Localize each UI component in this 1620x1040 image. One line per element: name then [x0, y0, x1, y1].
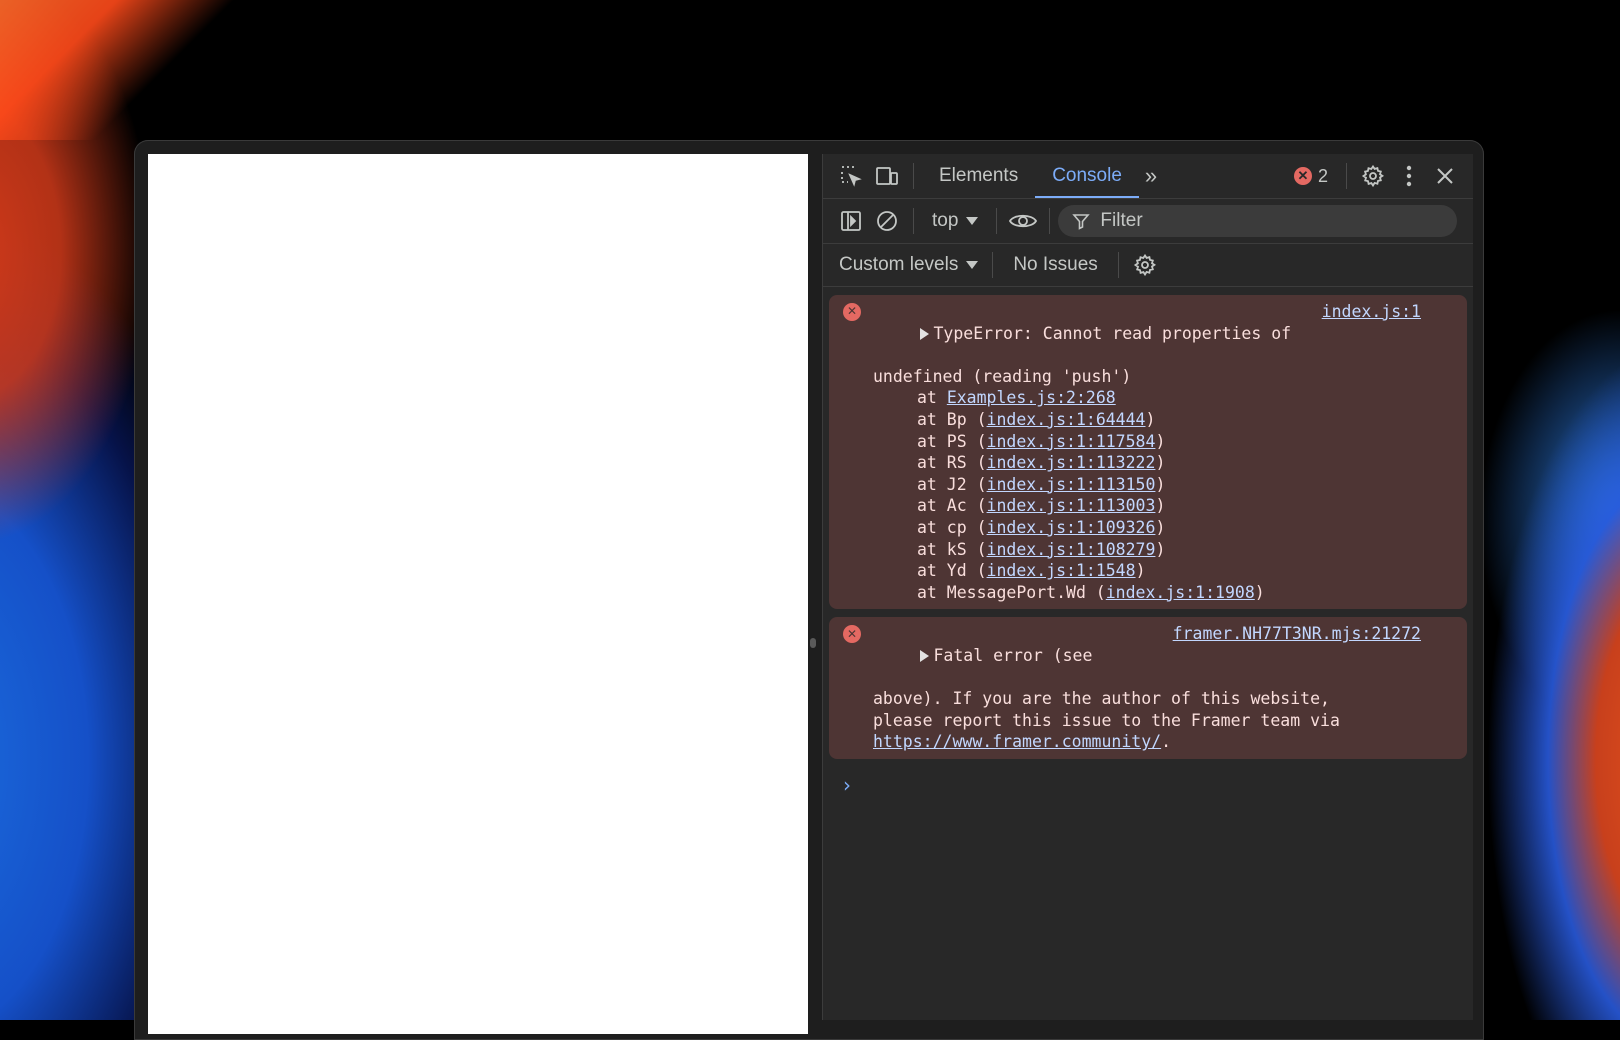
close-icon[interactable]	[1427, 160, 1463, 192]
stack-frame-link[interactable]: index.js:1:64444	[987, 410, 1146, 429]
expand-triangle-icon[interactable]	[920, 649, 930, 662]
console-output: ✕ index.js:1 TypeError: Cannot read prop…	[823, 287, 1473, 803]
kebab-menu-icon[interactable]	[1391, 160, 1427, 192]
toolbar-separator	[913, 208, 914, 234]
toolbar-separator	[996, 208, 998, 234]
stack-frame: at Bp (index.js:1:64444)	[917, 409, 1156, 429]
clear-console-icon[interactable]	[869, 205, 905, 237]
stack-frame-link[interactable]: Examples.js:2:268	[947, 388, 1116, 407]
stack-frame-link[interactable]: index.js:1:109326	[987, 518, 1156, 537]
error-text: TypeError: Cannot read properties of	[933, 323, 1292, 343]
chevron-down-icon	[966, 261, 979, 269]
stack-frame-link[interactable]: index.js:1:117584	[987, 432, 1156, 451]
console-error-message[interactable]: ✕ framer.NH77T3NR.mjs:21272 Fatal error …	[829, 617, 1467, 759]
prompt-chevron-icon: ›	[843, 772, 851, 797]
console-toolbar: top Filter	[823, 199, 1473, 244]
source-link[interactable]: index.js:1	[1322, 301, 1421, 323]
error-count: 2	[1317, 165, 1328, 186]
filter-placeholder: Filter	[1100, 210, 1143, 231]
inspect-element-icon[interactable]	[833, 160, 869, 192]
chevron-down-icon	[966, 217, 979, 225]
sidebar-toggle-icon[interactable]	[833, 205, 869, 237]
stack-frame: at Ac (index.js:1:113003)	[917, 496, 1166, 516]
stack-frame: at Examples.js:2:268	[917, 388, 1116, 408]
error-count-badge[interactable]: ✕ 2	[1293, 165, 1328, 187]
tab-console[interactable]: Console	[1035, 154, 1139, 198]
error-circle-icon: ✕	[1293, 167, 1312, 185]
devtools-main-toolbar: Elements Console » ✕ 2	[823, 154, 1473, 199]
page-viewport[interactable]	[148, 154, 808, 1034]
error-text-cont: please report this issue to the Framer t…	[873, 710, 1340, 730]
console-prompt[interactable]: ›	[829, 767, 1467, 803]
toolbar-separator	[1117, 252, 1119, 278]
live-expression-eye-icon[interactable]	[1005, 205, 1041, 237]
device-toolbar-icon[interactable]	[869, 160, 905, 192]
stack-frame: at J2 (index.js:1:113150)	[917, 474, 1166, 494]
custom-levels-label: Custom levels	[839, 254, 959, 275]
expand-triangle-icon[interactable]	[920, 327, 930, 340]
error-text-cont: undefined (reading 'push')	[873, 366, 1132, 386]
stack-frame: at MessagePort.Wd (index.js:1:1908)	[917, 582, 1265, 602]
stack-frame-link[interactable]: index.js:1:113150	[987, 475, 1156, 494]
error-text: Fatal error (see	[933, 645, 1093, 665]
stack-trace: at Examples.js:2:268 at Bp (index.js:1:6…	[873, 387, 1423, 603]
filter-funnel-icon	[1072, 214, 1091, 230]
stack-frame: at Yd (index.js:1:1548)	[917, 561, 1146, 581]
stack-frame: at PS (index.js:1:117584)	[917, 431, 1166, 451]
error-text-cont: https://www.framer.community/.	[873, 732, 1172, 752]
context-selector[interactable]: top	[922, 210, 988, 232]
toolbar-separator	[913, 163, 914, 189]
error-circle-icon: ✕	[843, 303, 861, 321]
stack-frame-link[interactable]: index.js:1:113003	[987, 496, 1156, 515]
toolbar-separator	[1346, 163, 1347, 189]
toolbar-separator	[1049, 208, 1051, 234]
context-label: top	[932, 210, 959, 231]
more-tabs-icon[interactable]: »	[1139, 163, 1159, 189]
source-link[interactable]: framer.NH77T3NR.mjs:21272	[1173, 623, 1421, 645]
framer-community-link[interactable]: https://www.framer.community/	[873, 732, 1161, 751]
stack-frame-link[interactable]: index.js:1:108279	[987, 540, 1156, 559]
toolbar-separator	[992, 252, 994, 278]
stack-frame: at RS (index.js:1:113222)	[917, 453, 1166, 473]
gear-icon[interactable]	[1355, 160, 1391, 192]
stack-frame-link[interactable]: index.js:1:113222	[987, 453, 1156, 472]
console-settings-gear-icon[interactable]	[1127, 249, 1163, 281]
filter-input[interactable]: Filter	[1058, 205, 1457, 237]
stack-frame: at kS (index.js:1:108279)	[917, 539, 1166, 559]
custom-levels-dropdown[interactable]: Custom levels	[833, 254, 984, 276]
devtools-panel: Elements Console » ✕ 2 top Filter Custom…	[822, 154, 1473, 1020]
stack-frame-link[interactable]: index.js:1:1548	[987, 561, 1136, 580]
panel-resize-handle[interactable]	[810, 638, 816, 648]
tab-elements[interactable]: Elements	[922, 154, 1035, 198]
stack-frame-link[interactable]: index.js:1:1908	[1106, 583, 1255, 602]
levels-toolbar: Custom levels No Issues	[823, 244, 1473, 287]
no-issues-button[interactable]: No Issues	[1001, 254, 1109, 276]
console-error-message[interactable]: ✕ index.js:1 TypeError: Cannot read prop…	[829, 295, 1467, 610]
stack-frame: at cp (index.js:1:109326)	[917, 517, 1166, 537]
error-text-cont: above). If you are the author of this we…	[873, 689, 1330, 709]
